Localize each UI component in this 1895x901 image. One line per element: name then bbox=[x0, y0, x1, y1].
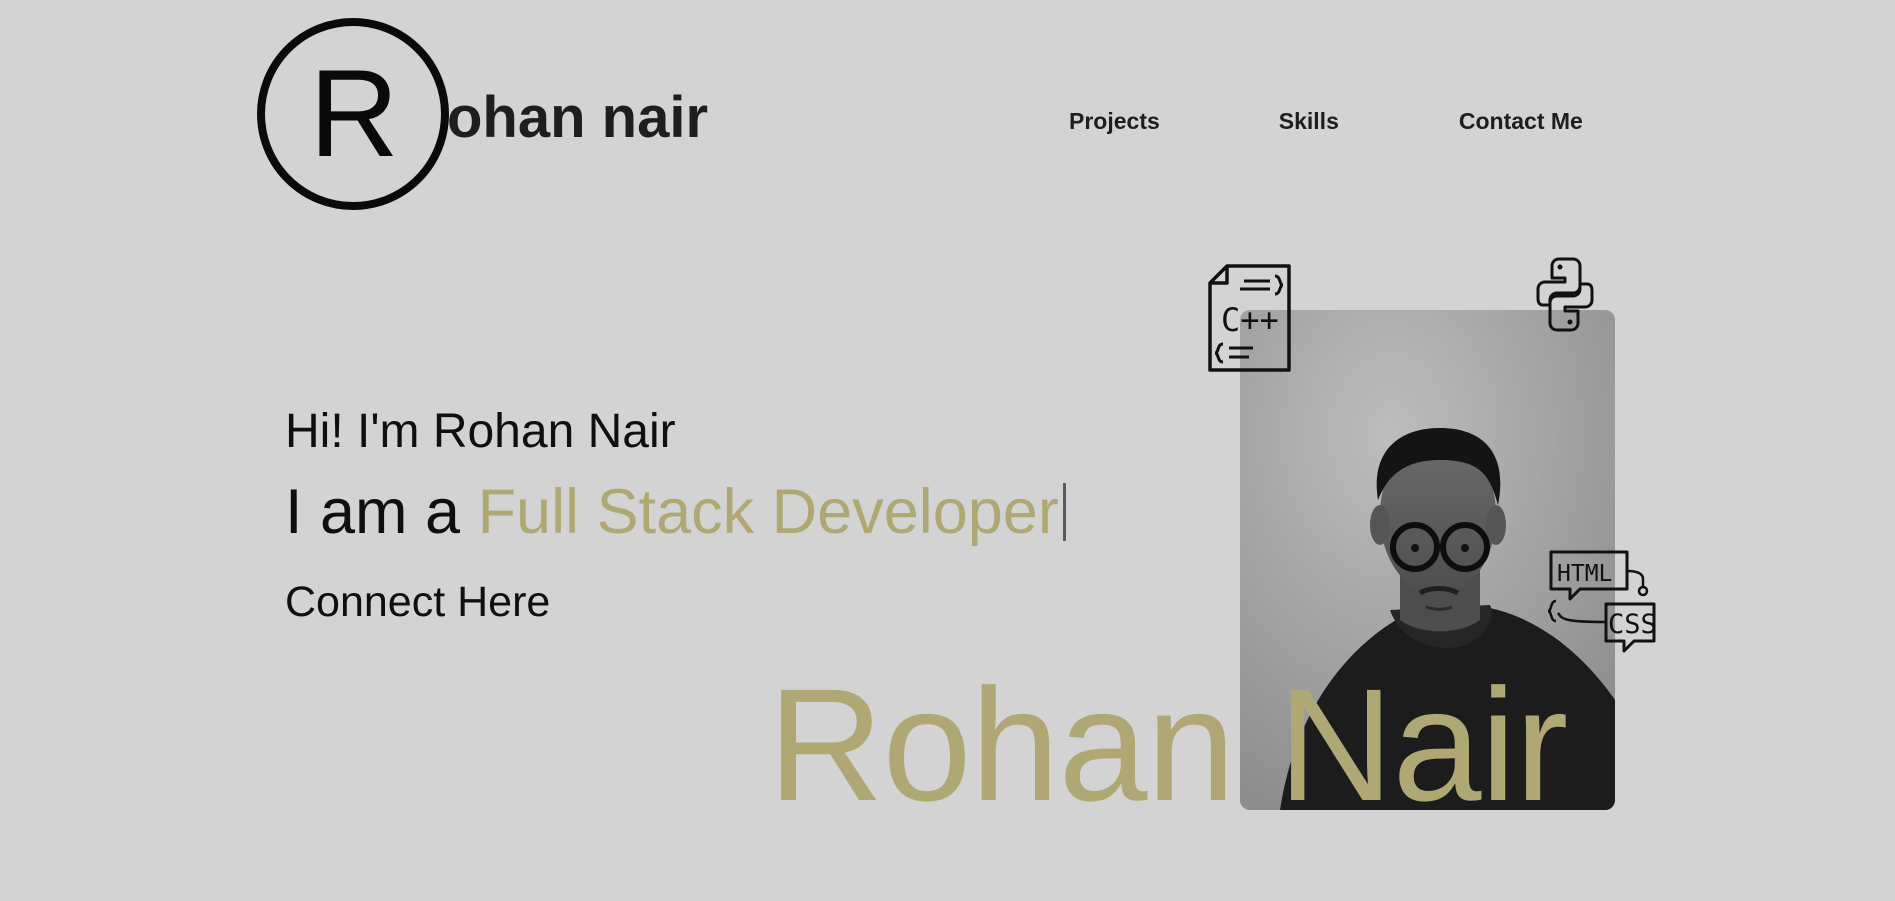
hero-role-line: I am a Full Stack Developer bbox=[285, 476, 1066, 548]
hero-greeting: Hi! I'm Rohan Nair bbox=[285, 405, 676, 458]
nav-link-skills[interactable]: Skills bbox=[1279, 108, 1339, 135]
logo-letter: R bbox=[309, 45, 399, 183]
logo-text: ohan nair bbox=[447, 85, 709, 150]
main-nav: Projects Skills Contact Me bbox=[1069, 108, 1583, 135]
typing-caret bbox=[1062, 483, 1066, 541]
css-label: CSS bbox=[1608, 609, 1656, 640]
cpp-file-icon: C++ bbox=[1207, 263, 1293, 373]
html-label: HTML bbox=[1557, 561, 1612, 587]
nav-link-projects[interactable]: Projects bbox=[1069, 108, 1160, 135]
hero-big-name: Rohan Nair bbox=[768, 655, 1568, 834]
python-icon bbox=[1535, 256, 1595, 333]
role-highlight: Full Stack Developer bbox=[477, 477, 1059, 547]
connect-link[interactable]: Connect Here bbox=[285, 578, 550, 627]
cpp-label: C++ bbox=[1221, 301, 1279, 339]
role-prefix: I am a bbox=[285, 477, 478, 547]
nav-link-contact[interactable]: Contact Me bbox=[1459, 108, 1583, 135]
html-css-icon: HTML CSS bbox=[1548, 549, 1656, 657]
